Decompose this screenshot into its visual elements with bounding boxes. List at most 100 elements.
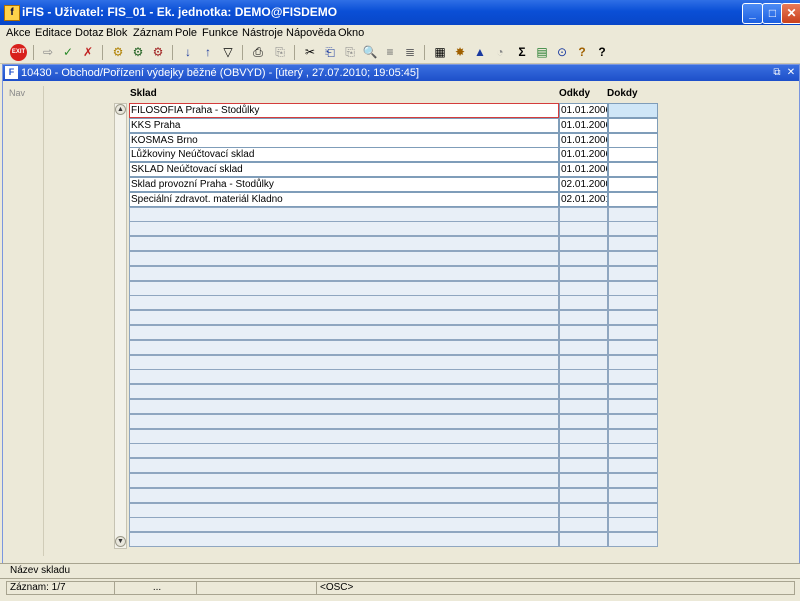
warehouse-name-cell[interactable] — [129, 428, 559, 444]
web-icon[interactable]: ⊙ — [554, 44, 570, 60]
table-row[interactable] — [129, 280, 658, 296]
valid-to-cell[interactable] — [608, 458, 658, 474]
find-icon[interactable]: 🔍 — [362, 44, 378, 60]
warehouse-name-cell[interactable] — [129, 532, 559, 548]
form-restore-button[interactable]: ⧉ — [771, 66, 783, 79]
valid-to-cell[interactable] — [608, 251, 658, 266]
valid-from-cell[interactable]: 01.01.2006 — [559, 162, 608, 178]
minimize-button[interactable]: _ — [742, 3, 763, 24]
valid-to-cell[interactable] — [608, 162, 658, 178]
valid-to-cell[interactable] — [608, 384, 658, 400]
warehouse-name-cell[interactable] — [129, 443, 559, 459]
table-row[interactable]: Lůžkoviny Neúčtovací sklad 01.01.2006 — [129, 147, 658, 163]
valid-from-cell[interactable] — [559, 428, 608, 444]
valid-to-cell[interactable] — [608, 117, 658, 133]
paste-icon[interactable]: ⎘ — [342, 44, 358, 60]
table-row[interactable] — [129, 458, 658, 474]
scroll-down-arrow[interactable]: ▼ — [115, 536, 126, 547]
valid-from-cell[interactable] — [559, 251, 608, 266]
valid-from-cell[interactable] — [559, 384, 608, 400]
table-row[interactable] — [129, 236, 658, 252]
valid-to-cell[interactable] — [608, 399, 658, 414]
menu-napoveda[interactable]: Nápověda — [286, 27, 336, 39]
filter-icon[interactable]: ▽ — [220, 44, 236, 60]
menu-zaznam[interactable]: Záznam — [133, 27, 173, 39]
table-row[interactable] — [129, 295, 658, 311]
warehouse-name-cell[interactable] — [129, 236, 559, 252]
warehouse-name-cell[interactable] — [129, 487, 559, 503]
cut-icon[interactable]: ✂ — [302, 44, 318, 60]
valid-from-cell[interactable] — [559, 473, 608, 488]
valid-from-cell[interactable]: 02.01.2001 — [559, 191, 608, 207]
warehouse-name-cell[interactable] — [129, 369, 559, 385]
table-row[interactable] — [129, 354, 658, 370]
settings-icon[interactable]: ✸ — [452, 44, 468, 60]
print-icon[interactable]: ⎙ — [250, 44, 266, 60]
valid-to-cell[interactable] — [608, 132, 658, 148]
valid-from-cell[interactable] — [559, 280, 608, 296]
table-row[interactable] — [129, 221, 658, 237]
table-row[interactable]: Speciální zdravot. materiál Kladno 02.01.… — [129, 191, 658, 207]
chart-icon[interactable]: ▲ — [472, 44, 488, 60]
valid-to-cell[interactable] — [608, 103, 658, 118]
warehouse-name-cell[interactable]: Sklad provozní Praha - Stodůlky — [129, 177, 559, 192]
valid-to-cell[interactable] — [608, 295, 658, 311]
warehouse-name-cell[interactable]: FILOSOFIA Praha - Stodůlky — [129, 103, 559, 118]
sort-ascending-icon[interactable]: ↓ — [180, 44, 196, 60]
menu-okno[interactable]: Okno — [338, 27, 364, 39]
warehouse-name-cell[interactable]: SKLAD Neúčtovací sklad — [129, 162, 559, 178]
valid-to-cell[interactable] — [608, 502, 658, 518]
table-row[interactable] — [129, 517, 658, 533]
warehouse-name-cell[interactable] — [129, 517, 559, 533]
vertical-scrollbar[interactable]: ▲ ▼ — [114, 103, 127, 549]
sort-descending-icon[interactable]: ↑ — [200, 44, 216, 60]
table-row[interactable]: Sklad provozní Praha - Stodůlky 02.01.200… — [129, 177, 658, 192]
table-row[interactable] — [129, 339, 658, 355]
help-icon[interactable]: ? — [594, 44, 610, 60]
scroll-up-arrow[interactable]: ▲ — [115, 104, 126, 115]
table-row[interactable] — [129, 265, 658, 281]
menu-pole[interactable]: Pole — [175, 27, 197, 39]
menu-funkce[interactable]: Funkce — [202, 27, 238, 39]
valid-from-cell[interactable] — [559, 502, 608, 518]
warehouse-name-cell[interactable] — [129, 295, 559, 311]
valid-from-cell[interactable]: 02.01.2000 — [559, 177, 608, 192]
navigation-panel[interactable]: Nav — [7, 86, 44, 556]
warehouse-name-cell[interactable] — [129, 399, 559, 414]
table-row[interactable]: SKLAD Neúčtovací sklad 01.01.2006 — [129, 162, 658, 178]
block-icon[interactable]: ▦ — [432, 44, 448, 60]
valid-from-cell[interactable] — [559, 310, 608, 326]
warehouse-name-cell[interactable] — [129, 265, 559, 281]
warehouse-name-cell[interactable] — [129, 325, 559, 340]
valid-from-cell[interactable] — [559, 532, 608, 548]
valid-to-cell[interactable] — [608, 369, 658, 385]
table-row[interactable] — [129, 399, 658, 414]
valid-to-cell[interactable] — [608, 265, 658, 281]
copy-icon[interactable]: ⎗ — [322, 44, 338, 60]
menu-nastroje[interactable]: Nástroje — [242, 27, 283, 39]
valid-to-cell[interactable] — [608, 221, 658, 237]
menu-editace[interactable]: Editace — [35, 27, 72, 39]
valid-from-cell[interactable] — [559, 339, 608, 355]
warehouse-name-cell[interactable] — [129, 251, 559, 266]
warehouse-name-cell[interactable] — [129, 221, 559, 237]
valid-from-cell[interactable] — [559, 221, 608, 237]
table-row[interactable] — [129, 325, 658, 340]
exit-button[interactable]: EXIT — [10, 44, 27, 61]
valid-from-cell[interactable]: 01.01.2006 — [559, 132, 608, 148]
warehouse-name-cell[interactable] — [129, 502, 559, 518]
save-icon[interactable]: ⇨ — [40, 44, 56, 60]
excel-icon[interactable]: ▤ — [534, 44, 550, 60]
valid-from-cell[interactable] — [559, 443, 608, 459]
menu-blok[interactable]: Blok — [106, 27, 127, 39]
table-row[interactable] — [129, 532, 658, 548]
query-cancel-icon[interactable]: ⚙ — [150, 44, 166, 60]
table-row[interactable] — [129, 310, 658, 326]
warehouse-name-cell[interactable] — [129, 280, 559, 296]
valid-to-cell[interactable] — [608, 339, 658, 355]
list-icon[interactable]: ≡ — [382, 44, 398, 60]
valid-from-cell[interactable] — [559, 295, 608, 311]
warehouse-name-cell[interactable] — [129, 458, 559, 474]
valid-from-cell[interactable] — [559, 517, 608, 533]
warehouse-name-cell[interactable]: Lůžkoviny Neúčtovací sklad — [129, 147, 559, 163]
